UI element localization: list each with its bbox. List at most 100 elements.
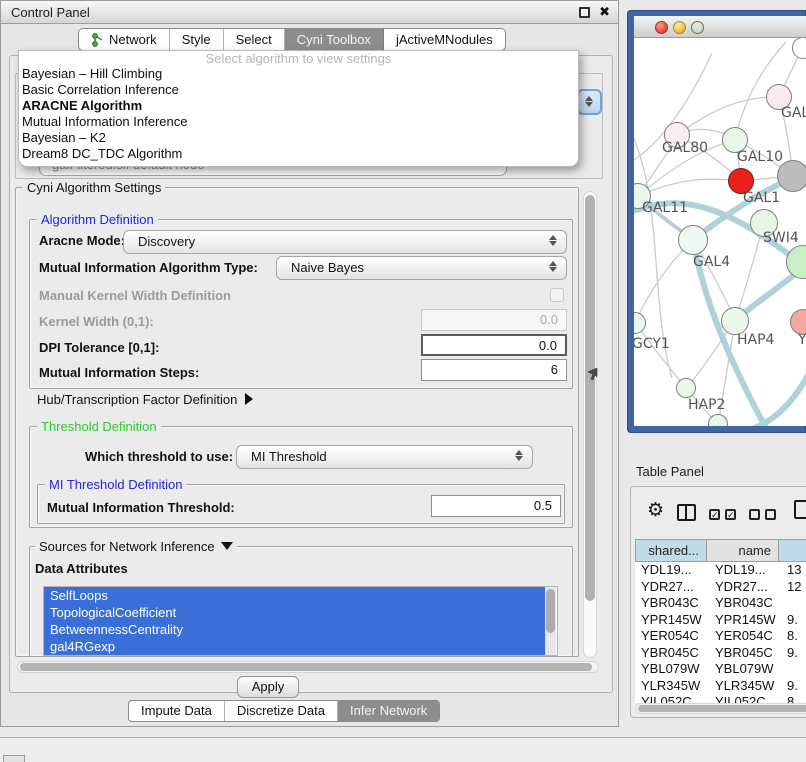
mi-type-combo[interactable]: Naive Bayes xyxy=(276,256,567,280)
algorithm-option-bayesian-k2[interactable]: Bayesian – K2 xyxy=(19,130,578,146)
network-icon xyxy=(91,33,104,47)
attribute-gal4rgexp[interactable]: gal4RGexp xyxy=(44,638,545,655)
aracne-mode-combo[interactable]: Discovery xyxy=(123,230,567,254)
dpi-tolerance-field[interactable]: 0.0 xyxy=(421,334,567,356)
algorithm-combo-stepper[interactable] xyxy=(577,89,602,115)
cell-shared: YIL052C xyxy=(635,694,707,703)
tab-infer-network-label: Infer Network xyxy=(350,701,427,721)
table-row[interactable]: YBL079WYBL079W xyxy=(635,661,806,678)
table-row[interactable]: YER054CYER054C8. xyxy=(635,628,806,645)
table-row[interactable]: YIL052CYIL052C8 xyxy=(635,694,806,703)
node-hap2[interactable] xyxy=(676,378,696,398)
attribute-selfloops[interactable]: SelfLoops xyxy=(44,587,545,604)
aracne-mode-label: Aracne Mode: xyxy=(39,233,125,248)
tab-select-label: Select xyxy=(236,29,272,50)
cell-name: YDR27... xyxy=(707,579,779,596)
expand-right-icon xyxy=(245,393,253,405)
document-icon[interactable] xyxy=(794,500,806,519)
settings-horizontal-scrollbar-thumb[interactable] xyxy=(20,663,592,671)
column-header-shared[interactable]: shared... xyxy=(635,539,707,562)
table-row[interactable]: YPR145WYPR145W9. xyxy=(635,612,806,629)
attributes-scrollbar-thumb[interactable] xyxy=(546,589,555,633)
collapse-down-icon xyxy=(221,542,233,550)
cell-name: YLR345W xyxy=(707,678,779,695)
table-row[interactable]: YDL19...YDL19...13 xyxy=(635,562,806,579)
node-hap4[interactable] xyxy=(721,307,749,335)
tab-cyni-toolbox[interactable]: Cyni Toolbox xyxy=(285,29,384,50)
minimize-traffic-light-icon[interactable] xyxy=(673,21,686,34)
kernel-width-label: Kernel Width (0,1): xyxy=(39,314,154,329)
mi-threshold-field[interactable]: 0.5 xyxy=(431,495,561,517)
mi-steps-field[interactable]: 6 xyxy=(421,359,567,381)
network-canvas[interactable]: GAL GAL80 GAL10 GAL1 GAL11 SWI4 GAL4 GCY… xyxy=(634,38,806,426)
column-header-name[interactable]: name xyxy=(707,539,779,562)
attributes-scrollbar[interactable] xyxy=(545,587,556,655)
control-panel-titlebar[interactable]: Control Panel ✖ xyxy=(1,1,618,24)
tab-discretize-data[interactable]: Discretize Data xyxy=(225,701,338,721)
algorithm-option-bayesian-hill-climbing[interactable]: Bayesian – Hill Climbing xyxy=(19,66,578,82)
cell-name: YBL079W xyxy=(707,661,779,678)
mouse-cursor xyxy=(588,368,598,380)
cell-name: YBR045C xyxy=(707,645,779,662)
cell-shared: YBR045C xyxy=(635,645,707,662)
manual-kernel-checkbox[interactable] xyxy=(550,288,564,302)
cell-extra xyxy=(779,595,806,612)
node-label-gal80: GAL80 xyxy=(662,140,708,156)
unchecked-checkbox-icon[interactable] xyxy=(765,509,776,520)
mi-threshold-label: Mutual Information Threshold: xyxy=(47,500,235,515)
tab-network[interactable]: Network xyxy=(79,29,170,50)
table-horizontal-scrollbar[interactable] xyxy=(635,703,806,714)
threshold-definition-title: Threshold Definition xyxy=(37,419,161,434)
node-label-gcy1: GCY1 xyxy=(634,336,670,352)
checked-checkbox-icon[interactable]: ✓ xyxy=(709,509,720,520)
tab-select[interactable]: Select xyxy=(224,29,285,50)
float-window-icon[interactable] xyxy=(579,7,590,18)
close-traffic-light-icon[interactable] xyxy=(655,21,668,34)
stepper-arrows-icon xyxy=(548,261,558,272)
attribute-topologicalcoefficient[interactable]: TopologicalCoefficient xyxy=(44,604,545,621)
column-header-extra[interactable] xyxy=(779,539,806,562)
checked-checkbox-icon[interactable]: ✓ xyxy=(725,509,736,520)
partial-bottom-button[interactable] xyxy=(3,755,25,762)
algorithm-option-basic-correlation[interactable]: Basic Correlation Inference xyxy=(19,82,578,98)
cell-shared: YER054C xyxy=(635,628,707,645)
kernel-width-field[interactable]: 0.0 xyxy=(421,309,567,331)
settings-vertical-scrollbar-thumb[interactable] xyxy=(585,195,595,601)
node-label-gal1: GAL1 xyxy=(743,190,780,206)
algorithm-option-dream8[interactable]: Dream8 DC_TDC Algorithm xyxy=(19,146,578,162)
table-body[interactable]: YDL19...YDL19...13 YDR27...YDR27...12 YB… xyxy=(635,562,806,703)
close-icon[interactable]: ✖ xyxy=(599,4,610,20)
node-label-gal: GAL xyxy=(781,105,806,121)
settings-vertical-scrollbar[interactable] xyxy=(583,191,597,658)
table-row[interactable]: YBR045CYBR045C9. xyxy=(635,645,806,662)
cell-extra: 9. xyxy=(779,612,806,629)
node-label-gal11: GAL11 xyxy=(642,200,688,216)
tab-style[interactable]: Style xyxy=(170,29,224,50)
data-attributes-list[interactable]: SelfLoops TopologicalCoefficient Between… xyxy=(43,586,558,656)
which-threshold-value: MI Threshold xyxy=(251,449,327,464)
node-gal4[interactable] xyxy=(678,225,708,255)
which-threshold-combo[interactable]: MI Threshold xyxy=(236,445,533,469)
tab-infer-network[interactable]: Infer Network xyxy=(338,701,439,721)
gear-icon[interactable]: ⚙ xyxy=(647,499,664,522)
apply-button[interactable]: Apply xyxy=(237,676,299,698)
hub-definition-expander[interactable]: Hub/Transcription Factor Definition xyxy=(37,392,253,407)
table-row[interactable]: YDR27...YDR27...12 xyxy=(635,579,806,596)
split-columns-icon[interactable] xyxy=(677,504,696,521)
unchecked-checkbox-icon[interactable] xyxy=(749,509,760,520)
network-window-titlebar[interactable] xyxy=(634,16,806,38)
settings-horizontal-scrollbar[interactable] xyxy=(17,661,599,673)
sources-title[interactable]: Sources for Network Inference xyxy=(35,539,237,554)
table-row[interactable]: YLR345WYLR345W9. xyxy=(635,678,806,695)
attribute-betweennesscentrality[interactable]: BetweennessCentrality xyxy=(44,621,545,638)
table-row[interactable]: YBR043CYBR043C xyxy=(635,595,806,612)
bottom-strip xyxy=(0,738,806,762)
table-horizontal-scrollbar-thumb[interactable] xyxy=(638,705,806,712)
algorithm-option-aracne[interactable]: ARACNE Algorithm xyxy=(19,98,578,114)
tab-jactivemnodules[interactable]: jActiveMNodules xyxy=(384,29,505,50)
tab-impute-data[interactable]: Impute Data xyxy=(129,701,225,721)
algorithm-option-mutual-information[interactable]: Mutual Information Inference xyxy=(19,114,578,130)
node-label-y: Y xyxy=(798,332,806,348)
table-panel-title: Table Panel xyxy=(636,464,704,479)
zoom-traffic-light-icon[interactable] xyxy=(691,21,704,34)
